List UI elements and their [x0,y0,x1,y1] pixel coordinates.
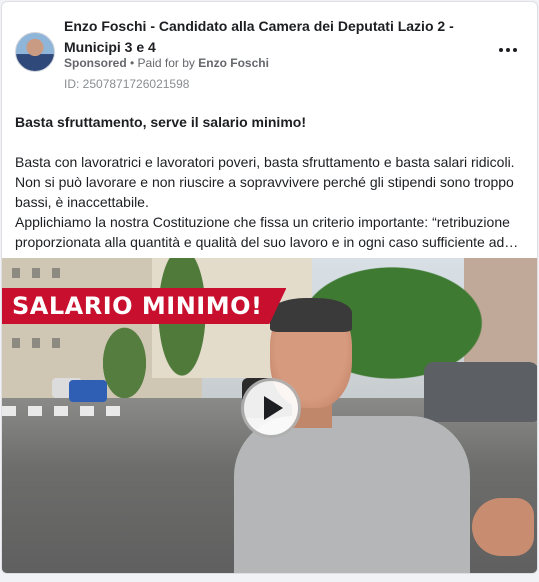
ad-card: Enzo Foschi - Candidato alla Camera dei … [1,1,538,574]
page-name-link[interactable]: Enzo Foschi - Candidato alla Camera dei … [64,16,464,58]
car [424,362,537,422]
speaker-hand [472,498,534,556]
ad-id: ID: 2507871726021598 [64,77,190,91]
post-paragraph-1: Basta con lavoratrici e lavoratori pover… [15,154,515,210]
dot [499,48,503,52]
meta-separator: • [126,56,138,70]
window [12,338,20,348]
play-button[interactable] [241,378,301,438]
more-options-icon[interactable] [494,40,522,60]
speaker-hair [270,298,352,332]
video-banner: SALARIO MINIMO! [2,288,287,324]
post-body: Basta sfruttamento, serve il salario min… [15,112,527,252]
speaker-body [234,416,470,573]
window [32,338,40,348]
crosswalk [2,406,132,416]
window [52,268,60,278]
payer-name[interactable]: Enzo Foschi [198,56,269,70]
sponsorship-line: Sponsored • Paid for by Enzo Foschi [64,56,269,70]
paid-for-label: Paid for by [137,56,199,70]
tree [152,258,212,393]
dot [506,48,510,52]
window [52,338,60,348]
window [12,268,20,278]
sponsored-label: Sponsored [64,56,127,70]
post-header: Enzo Foschi - Candidato alla Camera dei … [2,2,537,98]
dot [513,48,517,52]
play-icon [264,396,283,420]
car [69,380,107,402]
window [32,268,40,278]
post-headline: Basta sfruttamento, serve il salario min… [15,114,306,130]
avatar[interactable] [15,32,55,72]
post-paragraph-2: Applichiamo la nostra Costituzione che f… [15,214,519,250]
